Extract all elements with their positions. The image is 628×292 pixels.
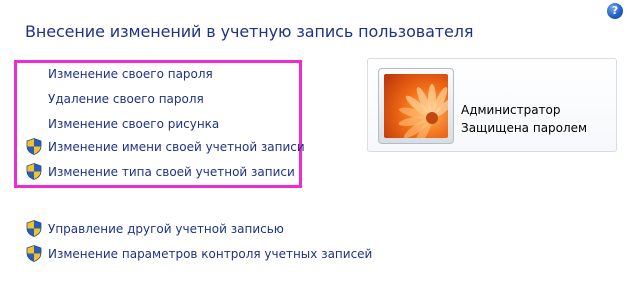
change-account-name-label: Изменение имени своей учетной записи bbox=[48, 139, 305, 154]
change-password-label: Изменение своего пароля bbox=[48, 67, 213, 81]
page-title: Внесение изменений в учетную запись поль… bbox=[25, 22, 474, 41]
change-account-type-label: Изменение типа своей учетной записи bbox=[48, 164, 295, 179]
change-account-type-link[interactable]: Изменение типа своей учетной записи bbox=[26, 163, 295, 180]
help-icon[interactable]: ? bbox=[607, 3, 623, 19]
manage-another-account-link[interactable]: Управление другой учетной записью bbox=[26, 220, 284, 237]
change-picture-label: Изменение своего рисунка bbox=[48, 117, 220, 131]
change-account-name-link[interactable]: Изменение имени своей учетной записи bbox=[26, 138, 305, 155]
manage-another-account-label: Управление другой учетной записью bbox=[48, 221, 284, 236]
change-password-link[interactable]: Изменение своего пароля bbox=[48, 67, 213, 81]
uac-shield-icon bbox=[26, 245, 42, 262]
uac-settings-label: Изменение параметров контроля учетных за… bbox=[48, 246, 373, 261]
uac-shield-icon bbox=[26, 138, 42, 155]
uac-shield-icon bbox=[26, 220, 42, 237]
user-account-card: Администратор Защищена паролем bbox=[367, 58, 617, 152]
change-picture-link[interactable]: Изменение своего рисунка bbox=[48, 117, 219, 131]
remove-password-label: Удаление своего пароля bbox=[48, 92, 204, 106]
remove-password-link[interactable]: Удаление своего пароля bbox=[48, 92, 204, 106]
orange-flower-picture bbox=[384, 74, 448, 138]
user-name: Администратор bbox=[461, 103, 561, 117]
user-account-status: Защищена паролем bbox=[461, 121, 588, 135]
uac-shield-icon bbox=[26, 163, 42, 180]
user-picture-frame bbox=[378, 68, 454, 144]
uac-settings-link[interactable]: Изменение параметров контроля учетных за… bbox=[26, 245, 372, 262]
